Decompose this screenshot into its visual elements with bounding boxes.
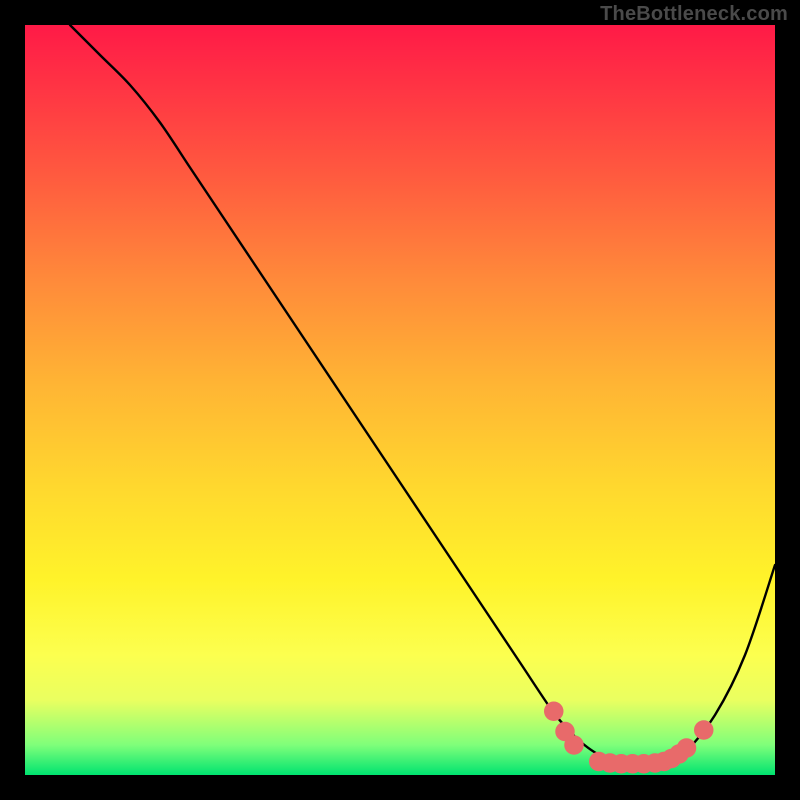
watermark-text: TheBottleneck.com xyxy=(600,3,788,26)
curve-path xyxy=(70,25,775,764)
marker-layer xyxy=(544,702,714,774)
curve-layer xyxy=(25,25,775,775)
data-marker xyxy=(544,702,564,722)
data-marker xyxy=(694,720,714,740)
data-marker xyxy=(677,738,697,758)
data-marker xyxy=(564,735,584,755)
plot-area xyxy=(25,25,775,775)
chart-stage: TheBottleneck.com xyxy=(0,0,800,800)
